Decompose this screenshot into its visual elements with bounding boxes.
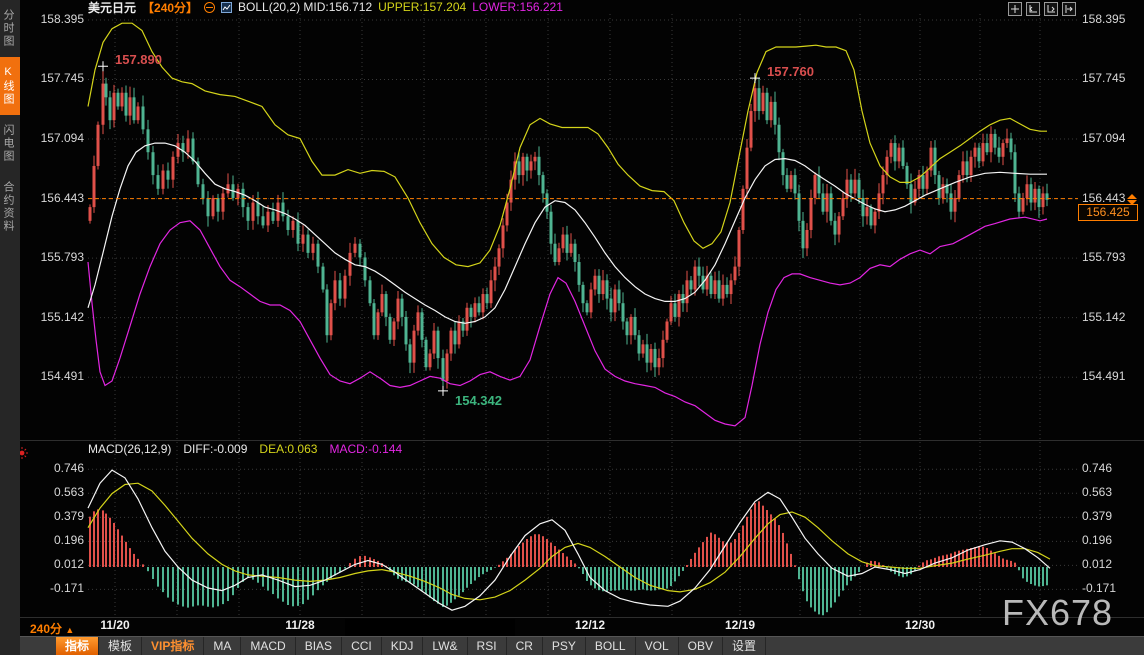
panel-divider bbox=[20, 440, 1144, 441]
svg-text:154.342: 154.342 bbox=[455, 393, 502, 408]
symbol-name: 美元日元 bbox=[88, 0, 136, 16]
tab-OBV[interactable]: OBV bbox=[679, 637, 723, 655]
tab-VOL[interactable]: VOL bbox=[636, 637, 679, 655]
tab-模板[interactable]: 模板 bbox=[99, 637, 142, 655]
boll-upper-readout: UPPER:157.204 bbox=[378, 0, 466, 14]
macd-hist-readout: MACD:-0.144 bbox=[329, 442, 402, 456]
timeframe-badge[interactable]: 240分 ▲ bbox=[30, 620, 74, 637]
price-scale-arrows-icon[interactable] bbox=[1127, 194, 1137, 206]
pan-right-icon[interactable] bbox=[1062, 2, 1076, 16]
tab-指标[interactable]: 指标 bbox=[56, 637, 99, 655]
sidebar-item-分时图[interactable]: 分时图 bbox=[0, 0, 20, 57]
tab-设置[interactable]: 设置 bbox=[723, 637, 766, 655]
svg-text:157.890: 157.890 bbox=[115, 52, 162, 67]
price-axis-label-left: 0.196 bbox=[26, 533, 84, 547]
chart-type-sidebar: 分时图K线图闪电图合约资料 bbox=[0, 0, 20, 655]
fx678-watermark: FX678 bbox=[1002, 592, 1113, 634]
price-axis-label-left: 0.563 bbox=[26, 485, 84, 499]
date-axis-label: 11/28 bbox=[285, 618, 314, 632]
redaction-box bbox=[345, 619, 515, 636]
tab-BOLL[interactable]: BOLL bbox=[586, 637, 636, 655]
price-axis-label-left: 0.746 bbox=[26, 461, 84, 475]
price-axis-label-left: 155.142 bbox=[26, 310, 84, 324]
tab-BIAS[interactable]: BIAS bbox=[296, 637, 342, 655]
price-axis-label-right: 0.379 bbox=[1082, 509, 1140, 523]
date-axis-label: 12/30 bbox=[905, 618, 935, 632]
crosshair-icon[interactable] bbox=[1008, 2, 1022, 16]
tab-VIP指标[interactable]: VIP指标 bbox=[142, 637, 204, 655]
price-axis-label-right: 155.793 bbox=[1082, 250, 1140, 264]
price-axis-label-right: 0.196 bbox=[1082, 533, 1140, 547]
price-axis-label-right: 157.094 bbox=[1082, 131, 1140, 145]
indicator-chart-icon bbox=[221, 2, 232, 13]
date-axis-label: 12/12 bbox=[575, 618, 605, 632]
zoom-x-axis-icon[interactable] bbox=[1026, 2, 1040, 16]
price-axis-label-left: 157.094 bbox=[26, 131, 84, 145]
indicator-tab-bar: 指标模板VIP指标MAMACDBIASCCIKDJLW&RSICRPSYBOLL… bbox=[20, 636, 1144, 655]
last-price-tag: 156.425 bbox=[1078, 204, 1138, 221]
period-label[interactable]: 【240分】 bbox=[142, 0, 198, 16]
price-axis-label-left: 156.443 bbox=[26, 191, 84, 205]
macd-indicator-header: MACD(26,12,9) DIFF:-0.009 DEA:0.063 MACD… bbox=[88, 442, 402, 456]
date-axis-label: 11/20 bbox=[100, 618, 129, 632]
tab-PSY[interactable]: PSY bbox=[543, 637, 586, 655]
chart-toolbar bbox=[1008, 2, 1076, 16]
macd-diff-readout: DIFF:-0.009 bbox=[183, 442, 247, 456]
price-axis-label-right: 0.746 bbox=[1082, 461, 1140, 475]
tab-MACD[interactable]: MACD bbox=[241, 637, 295, 655]
boll-mid-readout: BOLL(20,2) MID:156.712 bbox=[238, 0, 372, 14]
price-axis-label-left: 0.379 bbox=[26, 509, 84, 523]
sidebar-item-闪电图[interactable]: 闪电图 bbox=[0, 115, 20, 172]
zoom-y-axis-icon[interactable] bbox=[1044, 2, 1058, 16]
boll-lower-readout: LOWER:156.221 bbox=[472, 0, 563, 14]
tab-KDJ[interactable]: KDJ bbox=[382, 637, 424, 655]
price-axis-label-right: 0.012 bbox=[1082, 557, 1140, 571]
price-axis-label-right: 157.745 bbox=[1082, 71, 1140, 85]
timeframe-up-arrow-icon: ▲ bbox=[65, 625, 74, 635]
price-axis-label-right: 155.142 bbox=[1082, 310, 1140, 324]
tab-RSI[interactable]: RSI bbox=[468, 637, 507, 655]
tab-LW&[interactable]: LW& bbox=[423, 637, 467, 655]
timeframe-text: 240分 bbox=[30, 622, 62, 636]
collapse-indicator-icon[interactable] bbox=[204, 2, 215, 13]
tab-MA[interactable]: MA bbox=[204, 637, 241, 655]
sidebar-item-合约资料[interactable]: 合约资料 bbox=[0, 172, 20, 242]
sidebar-item-K线图[interactable]: K线图 bbox=[0, 57, 20, 115]
tab-CCI[interactable]: CCI bbox=[342, 637, 382, 655]
price-axis-label-left: 0.012 bbox=[26, 557, 84, 571]
tab-CR[interactable]: CR bbox=[507, 637, 543, 655]
price-axis-label-left: 154.491 bbox=[26, 369, 84, 383]
price-axis-label-right: 158.395 bbox=[1082, 12, 1140, 26]
svg-text:157.760: 157.760 bbox=[767, 64, 814, 79]
price-axis-label-right: 154.491 bbox=[1082, 369, 1140, 383]
macd-dea-readout: DEA:0.063 bbox=[259, 442, 317, 456]
trading-app-window: 157.890 157.760 154.342 分时图K线图闪电图合约资料 美元日元… bbox=[0, 0, 1144, 655]
price-axis-label-left: 157.745 bbox=[26, 71, 84, 85]
price-axis-label-left: -0.171 bbox=[26, 581, 84, 595]
price-axis-label-left: 158.395 bbox=[26, 12, 84, 26]
macd-title: MACD(26,12,9) bbox=[88, 442, 171, 456]
price-axis-label-left: 155.793 bbox=[26, 250, 84, 264]
instrument-info-bar: 美元日元 【240分】 BOLL(20,2) MID:156.712 UPPER… bbox=[88, 0, 563, 14]
candlestick-chart-canvas[interactable]: 157.890 157.760 154.342 bbox=[0, 0, 1144, 655]
date-axis-label: 12/19 bbox=[725, 618, 755, 632]
price-axis-label-right: 0.563 bbox=[1082, 485, 1140, 499]
